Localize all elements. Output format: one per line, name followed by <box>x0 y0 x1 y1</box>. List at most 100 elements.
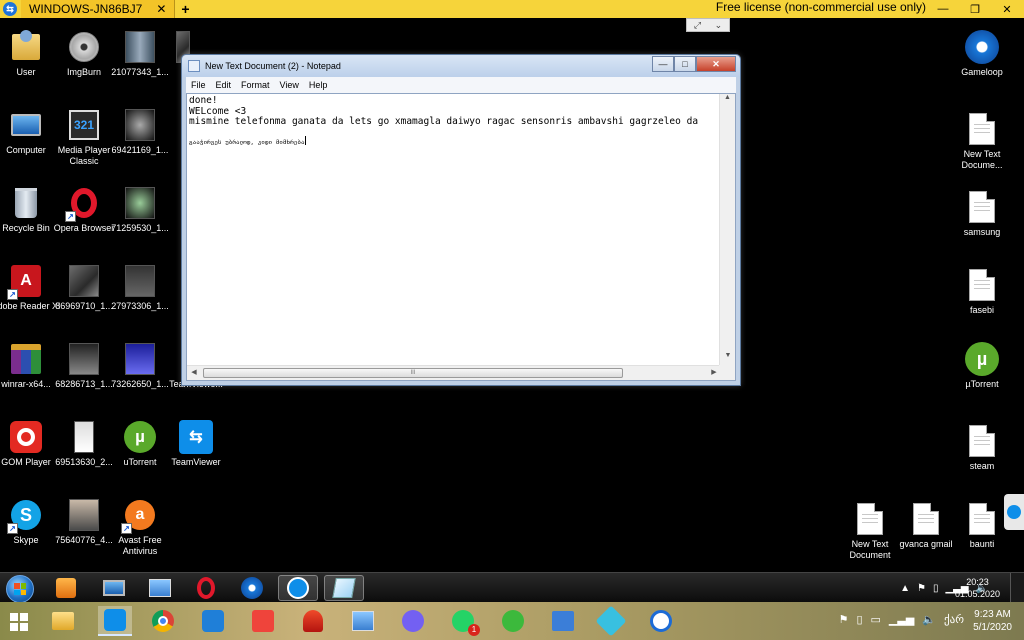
notepad-close-button[interactable]: ✕ <box>696 56 736 72</box>
battery-icon[interactable]: ▭ <box>871 613 881 626</box>
taskbar-computer[interactable] <box>94 575 134 601</box>
windows-start-icon[interactable] <box>10 613 28 631</box>
volume-icon[interactable]: 🔈 <box>922 613 936 626</box>
image-file-icon <box>67 342 101 376</box>
local-clock[interactable]: 9:23 AM 5/1/2020 <box>973 608 1012 634</box>
taskbar-remote-desktop[interactable] <box>196 606 230 636</box>
remote-time: 20:23 <box>966 577 989 587</box>
menu-edit[interactable]: Edit <box>211 80 237 90</box>
anydesk-icon <box>252 610 274 632</box>
tray-expand-icon[interactable]: ▲ <box>900 583 910 594</box>
scroll-up-arrow-icon[interactable]: ▲ <box>720 94 735 108</box>
recycle-bin-icon <box>9 186 43 220</box>
taskbar-whatsapp[interactable]: 1 <box>446 606 480 636</box>
taskbar-control-panel-local[interactable] <box>346 606 380 636</box>
image-file-icon <box>123 342 157 376</box>
taskbar-notepad[interactable] <box>324 575 364 601</box>
tab-close-icon[interactable]: ✕ <box>156 2 166 16</box>
flag-icon[interactable]: ⚑ <box>917 583 926 594</box>
taskbar-skype-local[interactable] <box>644 606 678 636</box>
image-file-icon <box>67 264 101 298</box>
green-app-icon <box>502 610 524 632</box>
taskbar-file-explorer[interactable] <box>46 606 80 636</box>
desktop-icon-avast[interactable]: a ↗ Avast Free Antivirus <box>104 498 176 572</box>
teamviewer-bar: ⇆ WINDOWS-JN86BJ7 ✕ + Free license (non-… <box>0 0 1024 18</box>
language-indicator[interactable]: ქარ <box>944 613 964 626</box>
imgburn-icon <box>67 30 101 64</box>
license-text: Free license (non-commercial use only) <box>715 0 926 14</box>
scroll-down-arrow-icon[interactable]: ▼ <box>720 352 736 366</box>
horizontal-scrollbar[interactable]: ◀ III ▶ <box>187 365 721 380</box>
taskbar-gameloop[interactable] <box>232 575 272 601</box>
horizontal-scroll-thumb[interactable]: III <box>203 368 623 378</box>
remote-session-tab[interactable]: WINDOWS-JN86BJ7 ✕ <box>21 0 176 18</box>
new-tab-button[interactable]: + <box>175 1 195 17</box>
taskbar-teamviewer-local[interactable] <box>98 606 132 636</box>
shortcut-arrow-icon: ↗ <box>65 211 76 222</box>
menu-view[interactable]: View <box>275 80 304 90</box>
taskbar-chrome[interactable] <box>146 606 180 636</box>
notepad-window[interactable]: New Text Document (2) - Notepad — □ ✕ Fi… <box>181 54 741 386</box>
menu-file[interactable]: File <box>186 80 211 90</box>
taskbar-app-green[interactable] <box>496 606 530 636</box>
notepad-maximize-button[interactable]: □ <box>674 56 696 72</box>
close-button[interactable]: ✕ <box>992 0 1022 18</box>
desktop-icon-mutorrent[interactable]: µ µTorrent <box>946 342 1018 416</box>
desktop-icon-gvanca-gmail[interactable]: gvanca gmail <box>890 502 962 576</box>
wifi-icon[interactable]: ▁▃▅ <box>889 613 914 626</box>
desktop-icon-gameloop[interactable]: Gameloop <box>946 30 1018 104</box>
taskbar-control-panel[interactable] <box>140 575 180 601</box>
desktop-icon-photo-69421169[interactable]: 69421169_1... <box>104 108 176 182</box>
start-orb-button[interactable] <box>6 575 34 603</box>
avast-icon: a ↗ <box>121 498 157 534</box>
notepad-icon <box>332 578 356 598</box>
flag-icon[interactable]: ⚑ <box>839 613 849 626</box>
menu-help[interactable]: Help <box>304 80 333 90</box>
taskbar-ccleaner[interactable] <box>296 606 330 636</box>
text-file-icon <box>965 190 999 224</box>
user-folder-icon <box>9 30 43 64</box>
remote-desktop-icon <box>202 610 224 632</box>
restore-button[interactable]: ❐ <box>960 0 990 18</box>
desktop-icon-new-text-document[interactable]: New Text Docume... <box>946 112 1018 186</box>
media-player-classic-icon: 321 <box>67 108 101 142</box>
adobe-reader-icon: A ↗ <box>7 264 43 300</box>
text-file-icon <box>965 268 999 302</box>
vertical-scrollbar[interactable]: ▲ ▼ <box>719 94 735 366</box>
power-icon[interactable]: ▯ <box>933 583 939 594</box>
icon-label: samsung <box>963 227 1001 237</box>
taskbar-tools[interactable] <box>546 606 580 636</box>
desktop-icon-teamviewer[interactable]: ⇆ TeamViewer <box>160 420 232 494</box>
taskbar-viber[interactable] <box>396 606 430 636</box>
skype-icon: S ↗ <box>7 498 43 534</box>
remote-session-tab-label: WINDOWS-JN86BJ7 <box>29 2 143 16</box>
desktop-icon-samsung[interactable]: samsung <box>946 190 1018 264</box>
desktop-icon-fasebi[interactable]: fasebi <box>946 268 1018 342</box>
remote-clock[interactable]: 20:23 01.05.2020 <box>955 576 1000 600</box>
media-player-icon <box>56 578 76 598</box>
notepad-minimize-button[interactable]: — <box>652 56 674 72</box>
taskbar-anydesk[interactable] <box>246 606 280 636</box>
desktop-icon-steam[interactable]: steam <box>946 424 1018 498</box>
usb-icon[interactable]: ▯ <box>856 613 862 626</box>
teamviewer-toolbar-toggle[interactable]: ⤢ ⌄ <box>686 18 730 32</box>
notepad-text-area[interactable]: done! WELcome <3 mismine telefonma ganata … <box>186 93 736 381</box>
resize-corner[interactable] <box>719 365 735 380</box>
minimize-button[interactable]: — <box>928 0 958 18</box>
image-file-icon <box>67 498 101 532</box>
local-time: 9:23 AM <box>974 609 1011 620</box>
menu-format[interactable]: Format <box>236 80 275 90</box>
shortcut-arrow-icon: ↗ <box>7 523 18 534</box>
taskbar-vector-app[interactable] <box>594 605 628 637</box>
taskbar-media-player[interactable] <box>46 575 86 601</box>
scroll-left-arrow-icon[interactable]: ◀ <box>187 366 201 380</box>
teamviewer-side-handle-icon[interactable] <box>1004 494 1024 530</box>
desktop-icon-photo-71259530[interactable]: 71259530_1... <box>104 186 176 260</box>
taskbar-opera[interactable] <box>186 575 226 601</box>
computer-icon <box>9 108 43 142</box>
notification-badge: 1 <box>468 624 480 636</box>
taskbar-teamviewer[interactable] <box>278 575 318 601</box>
show-desktop-button[interactable] <box>1010 573 1024 603</box>
text-caret <box>304 135 306 145</box>
control-panel-icon <box>149 579 171 597</box>
